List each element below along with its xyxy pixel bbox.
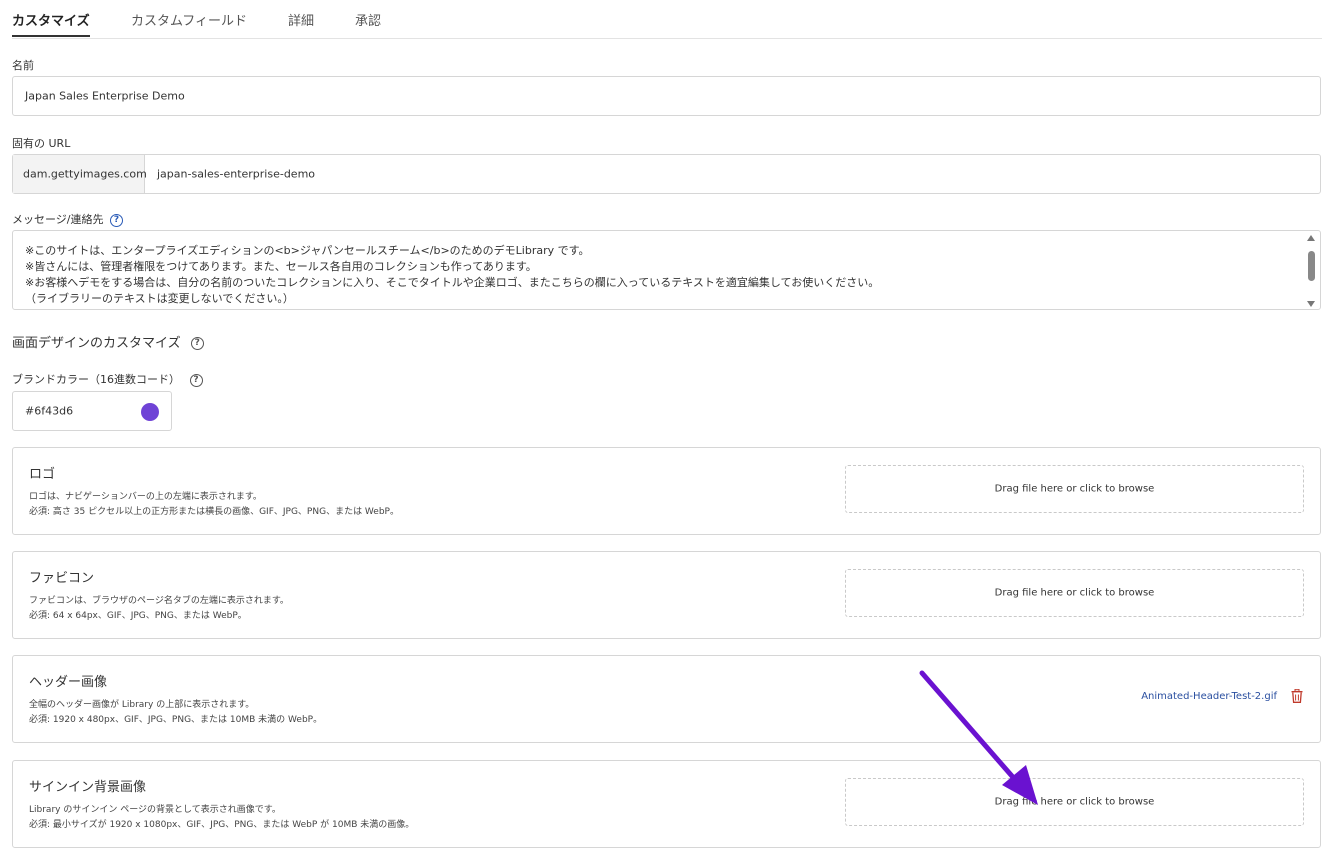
scroll-down-icon[interactable]: [1307, 301, 1315, 307]
trash-icon[interactable]: [1291, 689, 1303, 703]
name-input-value: Japan Sales Enterprise Demo: [25, 89, 185, 103]
dropzone-text: Drag file here or click to browse: [994, 587, 1155, 599]
card-description: 全幅のヘッダー画像が Library の上部に表示されます。 必須: 1920 …: [29, 698, 322, 728]
url-label: 固有の URL: [12, 137, 71, 150]
message-line: （ライブラリーのテキストは変更しないでください。）: [25, 292, 294, 305]
uploaded-file-link[interactable]: Animated-Header-Test-2.gif: [1141, 691, 1277, 702]
brand-color-value: #6f43d6: [25, 404, 74, 418]
tab-custom-fields[interactable]: カスタムフィールド: [131, 10, 247, 29]
design-section-title-text: 画面デザインのカスタマイズ: [12, 336, 181, 351]
card-desc-line: ロゴは、ナビゲーションバーの上の左端に表示されます。: [29, 492, 262, 502]
card-title: ファビコン: [29, 571, 95, 586]
name-label: 名前: [12, 59, 34, 72]
message-line: ※皆さんには、管理者権限をつけてあります。また、セールス各自用のコレクションも作…: [25, 260, 537, 273]
card-description: ロゴは、ナビゲーションバーの上の左端に表示されます。 必須: 高さ 35 ピクセ…: [29, 490, 399, 520]
tab-customize[interactable]: カスタマイズ: [12, 10, 90, 29]
name-input[interactable]: Japan Sales Enterprise Demo: [12, 76, 1321, 116]
card-desc-line: ファビコンは、ブラウザのページ名タブの左端に表示されます。: [29, 596, 289, 606]
url-prefix: dam.gettyimages.com: [13, 155, 147, 193]
favicon-dropzone[interactable]: Drag file here or click to browse: [845, 569, 1304, 617]
logo-dropzone[interactable]: Drag file here or click to browse: [845, 465, 1304, 513]
url-prefix-text: dam.gettyimages.com: [23, 167, 147, 181]
help-icon[interactable]: ?: [110, 213, 123, 227]
signin-background-card: サインイン背景画像 Library のサインイン ページの背景として表示され画像…: [12, 760, 1321, 848]
url-slug-input[interactable]: japan-sales-enterprise-demo: [145, 155, 1320, 193]
url-slug-value: japan-sales-enterprise-demo: [157, 167, 316, 181]
card-desc-line: 必須: 最小サイズが 1920 x 1080px、GIF、JPG、PNG、または…: [29, 820, 415, 830]
message-label: メッセージ/連絡先 ?: [12, 211, 123, 227]
tab-approval[interactable]: 承認: [355, 10, 381, 29]
card-description: Library のサインイン ページの背景として表示され画像です。 必須: 最小…: [29, 803, 414, 833]
tab-details[interactable]: 詳細: [288, 10, 314, 29]
annotation-arrow-icon: [919, 670, 1038, 805]
card-desc-line: 必須: 高さ 35 ピクセル以上の正方形または横長の画像、GIF、JPG、PNG…: [29, 507, 399, 517]
scroll-thumb[interactable]: [1308, 251, 1315, 281]
help-icon[interactable]: ?: [190, 337, 204, 350]
message-line: ※お客様へデモをする場合は、自分の名前のついたコレクションに入り、そこでタイトル…: [25, 276, 880, 289]
card-title: ヘッダー画像: [29, 675, 108, 690]
tab-bar: カスタマイズ カスタムフィールド 詳細 承認: [12, 0, 1322, 39]
scroll-up-icon[interactable]: [1307, 235, 1315, 241]
brand-color-label-text: ブランドカラー（16進数コード）: [12, 373, 180, 386]
brand-color-label: ブランドカラー（16進数コード） ?: [12, 371, 203, 387]
favicon-card: ファビコン ファビコンは、ブラウザのページ名タブの左端に表示されます。 必須: …: [12, 551, 1321, 639]
textarea-scrollbar[interactable]: [1307, 235, 1316, 307]
card-title: ロゴ: [29, 467, 56, 482]
message-label-text: メッセージ/連絡先: [12, 213, 104, 226]
color-swatch[interactable]: [141, 403, 159, 421]
brand-color-input[interactable]: #6f43d6: [12, 391, 172, 431]
card-desc-line: Library のサインイン ページの背景として表示され画像です。: [29, 805, 281, 815]
logo-card: ロゴ ロゴは、ナビゲーションバーの上の左端に表示されます。 必須: 高さ 35 …: [12, 447, 1321, 535]
message-line: ※このサイトは、エンタープライズエディションの<b>ジャパンセールスチーム</b…: [25, 244, 590, 257]
card-desc-line: 必須: 1920 x 480px、GIF、JPG、PNG、または 10MB 未満…: [29, 715, 323, 725]
url-input-group: dam.gettyimages.com japan-sales-enterpri…: [12, 154, 1321, 194]
card-title: サインイン背景画像: [29, 780, 147, 795]
card-desc-line: 必須: 64 x 64px、GIF、JPG、PNG、または WebP。: [29, 611, 247, 621]
help-icon[interactable]: ?: [189, 373, 203, 387]
card-description: ファビコンは、ブラウザのページ名タブの左端に表示されます。 必須: 64 x 6…: [29, 594, 289, 624]
message-textarea[interactable]: ※このサイトは、エンタープライズエディションの<b>ジャパンセールスチーム</b…: [12, 230, 1321, 310]
card-desc-line: 全幅のヘッダー画像が Library の上部に表示されます。: [29, 700, 255, 710]
header-image-card: ヘッダー画像 全幅のヘッダー画像が Library の上部に表示されます。 必須…: [12, 655, 1321, 743]
design-section-title: 画面デザインのカスタマイズ ?: [12, 332, 204, 351]
dropzone-text: Drag file here or click to browse: [994, 483, 1155, 495]
active-tab-indicator: [12, 35, 90, 37]
